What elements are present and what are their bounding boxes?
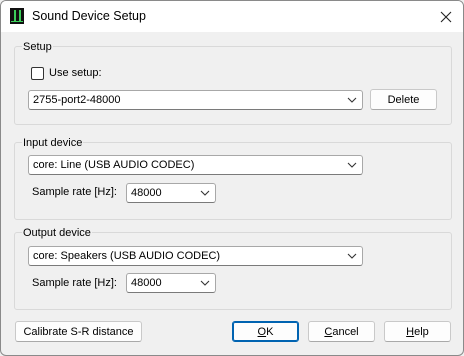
chevron-down-icon (347, 253, 357, 259)
help-button-label: Help (406, 325, 429, 338)
sound-device-setup-dialog: Sound Device Setup Setup Use setup: 2755… (0, 0, 464, 356)
output-sample-rate-select[interactable]: 48000 (126, 273, 216, 293)
use-setup-checkbox[interactable] (31, 67, 44, 80)
ok-button[interactable]: OK (232, 321, 299, 342)
use-setup-label: Use setup: (49, 67, 102, 79)
help-button[interactable]: Help (384, 321, 451, 342)
cancel-button-label: Cancel (324, 325, 359, 338)
chevron-down-icon (347, 162, 357, 168)
setup-select[interactable]: 2755-port2-48000 (28, 90, 363, 110)
output-device-group (14, 232, 452, 310)
input-device-value: core: Line (USB AUDIO CODEC) (33, 159, 195, 171)
delete-button-label: Delete (387, 93, 420, 106)
output-sample-rate-label: Sample rate [Hz]: (32, 277, 117, 289)
output-device-select[interactable]: core: Speakers (USB AUDIO CODEC) (28, 246, 363, 266)
close-icon[interactable] (429, 1, 463, 32)
chevron-down-icon (200, 280, 210, 286)
output-device-value: core: Speakers (USB AUDIO CODEC) (33, 250, 221, 262)
window-title: Sound Device Setup (32, 9, 146, 23)
ok-button-label: OK (257, 325, 274, 338)
setup-group (14, 46, 452, 125)
calibrate-button-label: Calibrate S-R distance (23, 325, 134, 338)
title-bar: Sound Device Setup (1, 1, 463, 32)
input-device-group (14, 142, 452, 220)
delete-button[interactable]: Delete (370, 89, 437, 110)
chevron-down-icon (347, 97, 357, 103)
setup-group-label: Setup (22, 41, 53, 53)
input-device-select[interactable]: core: Line (USB AUDIO CODEC) (28, 155, 363, 175)
input-sample-rate-label: Sample rate [Hz]: (32, 186, 117, 198)
cancel-button[interactable]: Cancel (308, 321, 375, 342)
chevron-down-icon (200, 190, 210, 196)
output-sample-rate-value: 48000 (131, 277, 162, 289)
input-sample-rate-select[interactable]: 48000 (126, 183, 216, 203)
input-device-group-label: Input device (22, 137, 84, 149)
calibrate-button[interactable]: Calibrate S-R distance (15, 321, 142, 342)
input-sample-rate-value: 48000 (131, 187, 162, 199)
output-device-group-label: Output device (22, 227, 92, 239)
setup-select-value: 2755-port2-48000 (33, 94, 121, 106)
app-icon (10, 8, 24, 24)
